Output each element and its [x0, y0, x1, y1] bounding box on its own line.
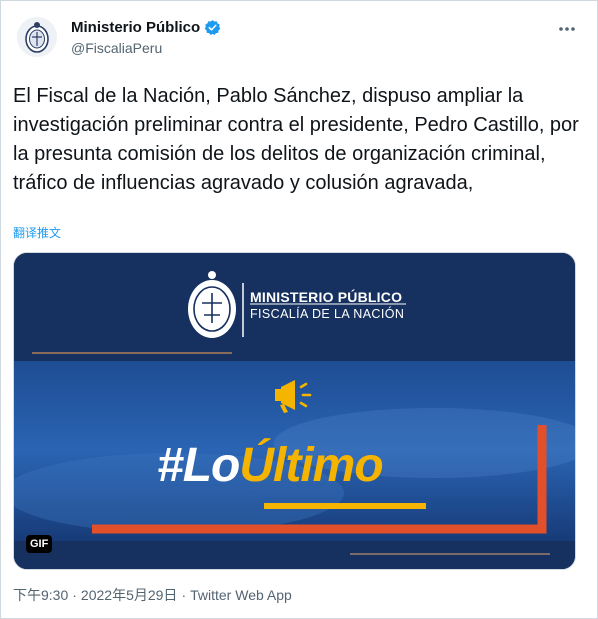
tweet-date[interactable]: 2022年5月29日	[81, 587, 178, 603]
tweet-card: Ministerio Público @FiscaliaPeru El Fisc…	[0, 0, 598, 619]
author-handle[interactable]: @FiscaliaPeru	[71, 40, 221, 56]
gif-badge: GIF	[26, 535, 53, 553]
logo-subtitle: FISCALÍA DE LA NACIÓN	[250, 307, 405, 321]
hashtag-white-part: #Lo	[157, 439, 240, 492]
tweet-time[interactable]: 下午9:30	[13, 587, 68, 603]
more-dots-icon[interactable]	[557, 21, 577, 37]
tweet-meta: 下午9:30 · 2022年5月29日 · Twitter Web App	[13, 585, 292, 605]
author-name-row[interactable]: Ministerio Público	[71, 19, 221, 36]
separator: ·	[72, 587, 77, 603]
seal-avatar-icon	[17, 17, 57, 57]
author-block: Ministerio Público @FiscaliaPeru	[71, 19, 221, 56]
author-avatar[interactable]	[17, 17, 57, 57]
logo-title: MINISTERIO PÚBLICO	[250, 289, 403, 305]
yellow-underline	[264, 503, 426, 509]
translate-link[interactable]: 翻译推文	[13, 224, 61, 241]
tweet-media-gif[interactable]: MINISTERIO PÚBLICO FISCALÍA DE LA NACIÓN…	[13, 252, 576, 570]
tweet-header: Ministerio Público @FiscaliaPeru	[17, 17, 583, 67]
tweet-text: El Fiscal de la Nación, Pablo Sánchez, d…	[13, 85, 579, 194]
author-name[interactable]: Ministerio Público	[71, 19, 200, 36]
verified-badge-icon	[204, 20, 221, 36]
tweet-source[interactable]: Twitter Web App	[190, 587, 292, 603]
separator: ·	[181, 587, 187, 603]
hashtag-lo-ultimo: #LoÚltimo	[157, 438, 384, 493]
hashtag-yellow-part: Último	[239, 439, 383, 492]
